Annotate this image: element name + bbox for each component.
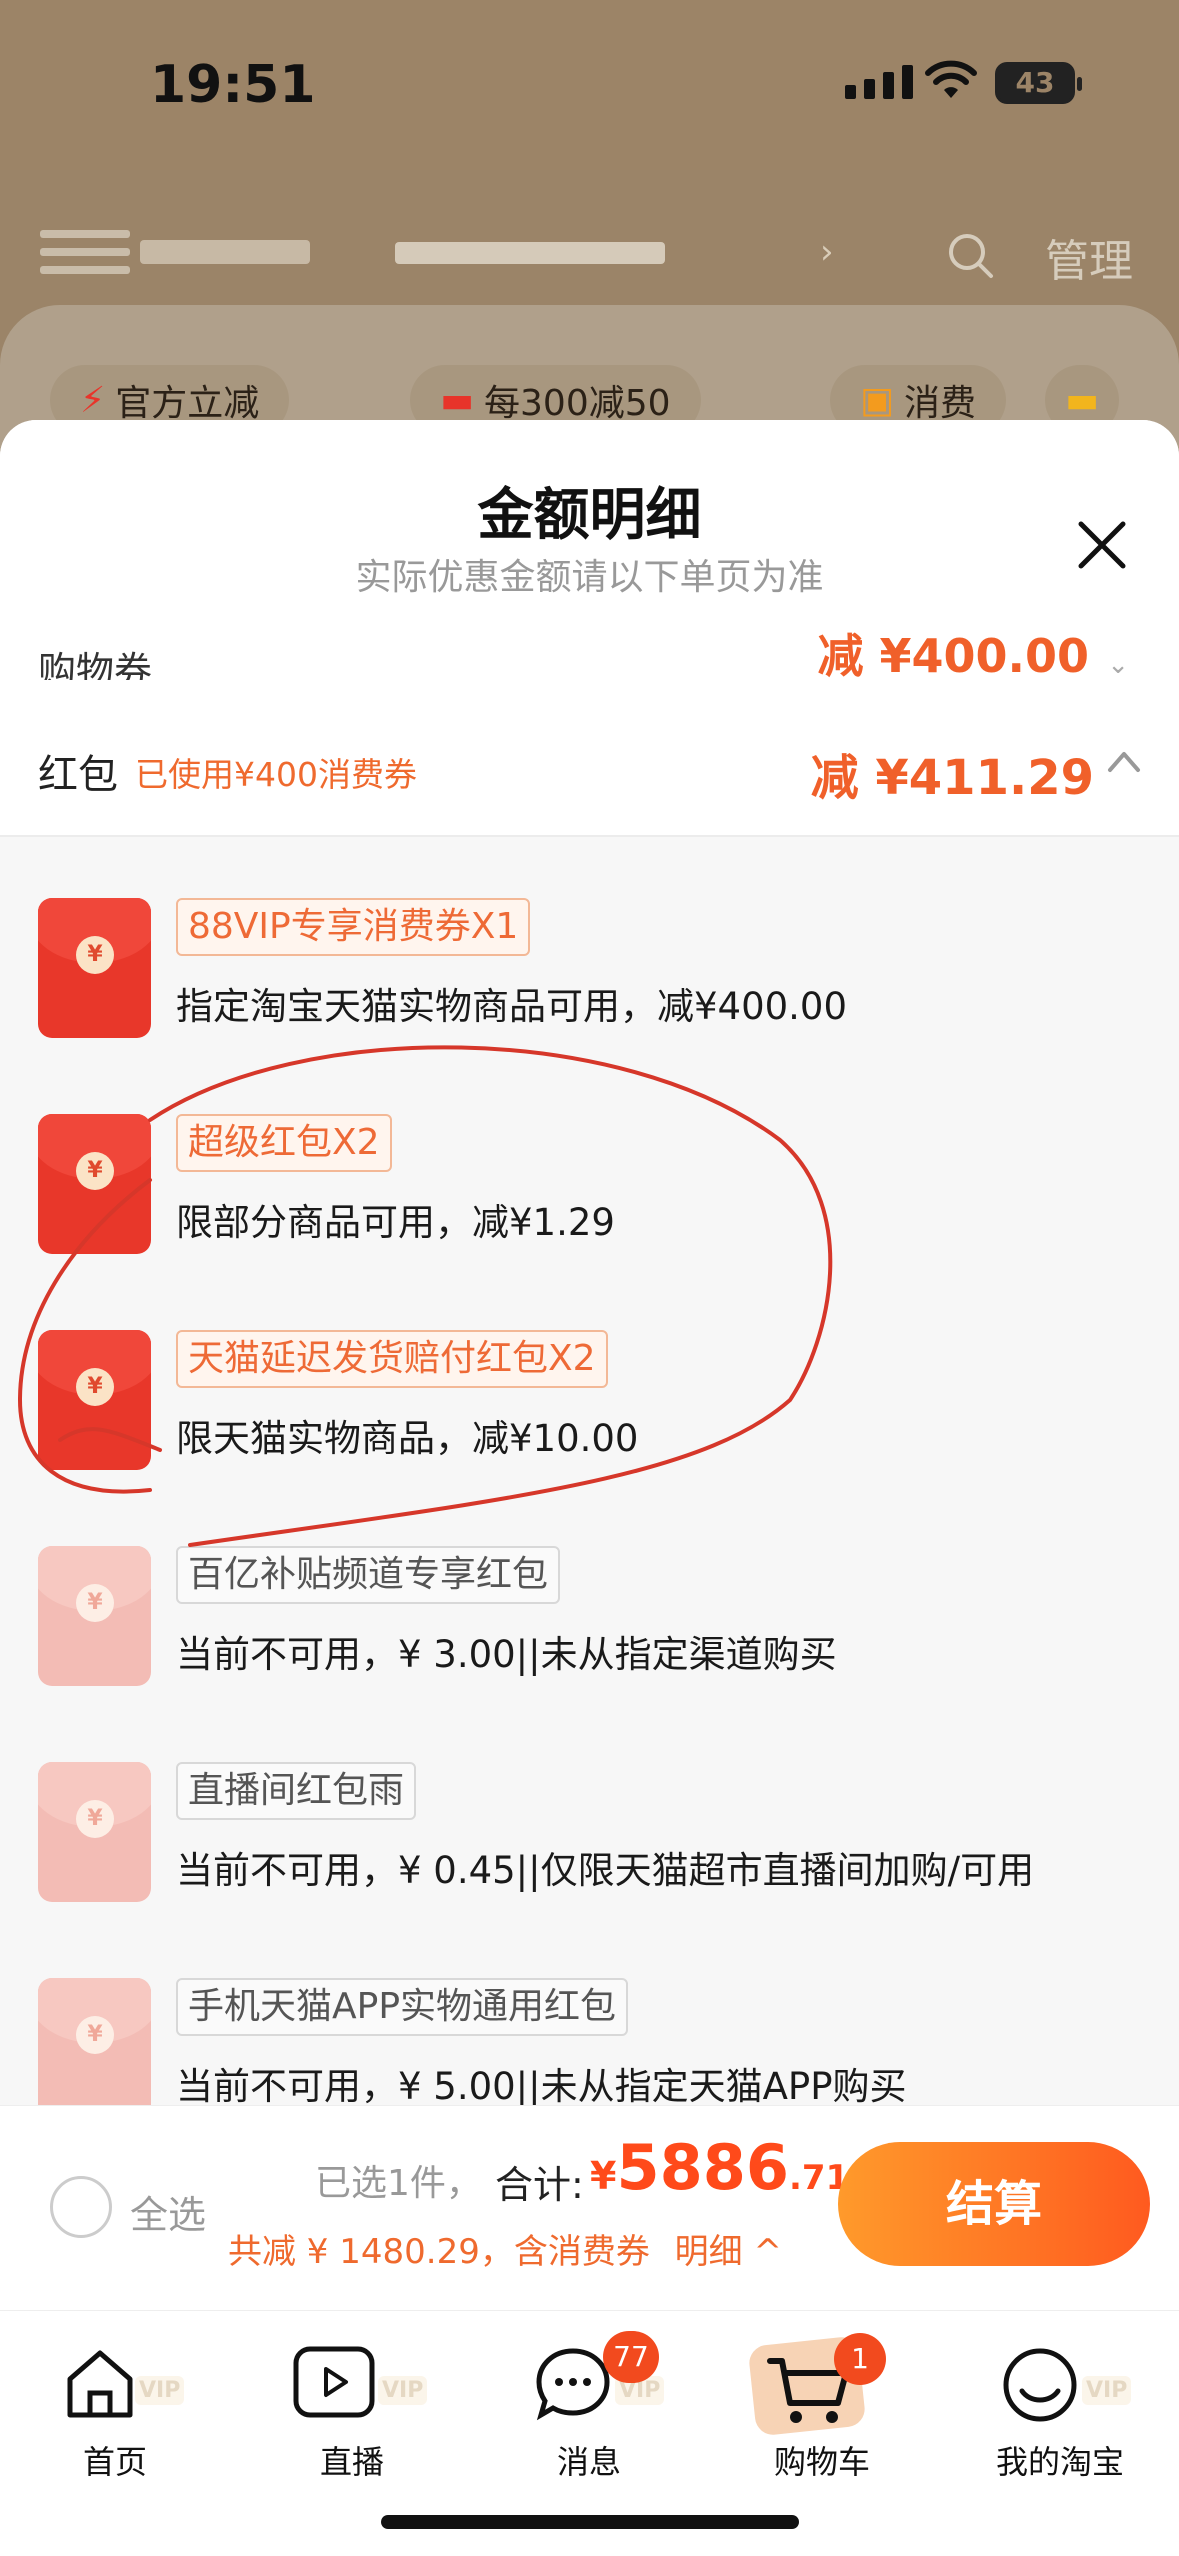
item-desc: 指定淘宝天猫实物商品可用，减¥400.00: [176, 985, 848, 1028]
red-packet-value: 减 ¥411.29: [810, 750, 1094, 806]
red-envelope-icon: ¥: [38, 1762, 151, 1902]
menu-icon[interactable]: [40, 230, 130, 284]
item-badge: 直播间红包雨: [176, 1762, 417, 1820]
red-packet-label: 红包: [38, 752, 118, 798]
status-time: 19:51: [150, 55, 316, 115]
chevron-down-icon: ⌄: [1107, 650, 1129, 680]
selected-count: 已选1件，: [315, 2163, 482, 2204]
select-all-label[interactable]: 全选: [130, 2184, 206, 2239]
item-badge: 天猫延迟发货赔付红包X2: [176, 1330, 608, 1388]
tab-messages[interactable]: VIP 77 消息: [489, 2331, 689, 2483]
cellular-signal-icon: [845, 65, 913, 99]
search-icon[interactable]: [945, 230, 995, 280]
profile-icon: [1003, 2348, 1077, 2422]
item-badge: 88VIP专享消费券X1: [176, 898, 531, 956]
tab-home[interactable]: VIP 首页: [15, 2331, 215, 2483]
home-icon: [67, 2350, 133, 2418]
blurred-text: [140, 240, 310, 264]
list-item: ¥ 超级红包X2 限部分商品可用，减¥1.29: [0, 1114, 1179, 1330]
red-packet-list: ¥ 88VIP专享消费券X1 指定淘宝天猫实物商品可用，减¥400.00 ¥ 超…: [0, 898, 1179, 2105]
tab-label: 我的淘宝: [995, 2443, 1124, 2481]
detail-toggle[interactable]: 明细 ^: [675, 2232, 782, 2272]
blurred-address: [395, 242, 665, 264]
item-desc: 限部分商品可用，减¥1.29: [176, 1201, 615, 1244]
list-item: ¥ 百亿补贴频道专享红包 当前不可用，¥ 3.00||未从指定渠道购买: [0, 1546, 1179, 1762]
red-packet-row[interactable]: 红包 已使用¥400消费券 减 ¥411.29: [0, 720, 1179, 835]
wifi-icon: [925, 60, 977, 98]
red-envelope-icon: ¥: [38, 898, 151, 1038]
item-desc: 当前不可用，¥ 0.45||仅限天猫超市直播间加购/可用: [176, 1849, 1035, 1892]
message-badge: 77: [603, 2331, 659, 2383]
total-amount: ¥5886.71: [590, 2131, 850, 2204]
tab-label: 消息: [556, 2443, 621, 2481]
tab-label: 首页: [82, 2443, 147, 2481]
chevron-up-icon[interactable]: [1104, 742, 1144, 782]
tab-label: 购物车: [773, 2443, 870, 2481]
list-item: ¥ 手机天猫APP实物通用红包 当前不可用，¥ 5.00||未从指定天猫APP购…: [0, 1978, 1179, 2105]
list-item: ¥ 88VIP专享消费券X1 指定淘宝天猫实物商品可用，减¥400.00: [0, 898, 1179, 1114]
home-indicator: [381, 2515, 799, 2529]
cart-header: › 管理: [0, 170, 1179, 310]
shopping-voucher-value: 减 ¥400.00: [817, 629, 1089, 680]
amount-detail-sheet: 金额明细 实际优惠金额请以下单页为准 购物券 减 ¥400.00 ⌄ 红包 已使…: [0, 420, 1179, 2105]
shopping-voucher-label: 购物券: [38, 649, 153, 680]
red-envelope-icon: ¥: [38, 1114, 151, 1254]
total-label: 合计:: [495, 2163, 584, 2207]
item-badge: 手机天猫APP实物通用红包: [176, 1978, 629, 2036]
red-envelope-icon: ¥: [38, 1546, 151, 1686]
saved-summary: 共减 ¥ 1480.29，含消费券 明细 ^: [228, 2232, 782, 2272]
list-item: ¥ 直播间红包雨 当前不可用，¥ 0.45||仅限天猫超市直播间加购/可用: [0, 1762, 1179, 1978]
list-item: ¥ 天猫延迟发货赔付红包X2 限天猫实物商品，减¥10.00: [0, 1330, 1179, 1546]
battery-icon: 43: [995, 62, 1082, 104]
checkout-button[interactable]: 结算: [838, 2142, 1150, 2266]
red-envelope-icon: ¥: [38, 1330, 151, 1470]
select-all-radio[interactable]: [50, 2176, 112, 2238]
tab-label: 直播: [319, 2443, 384, 2481]
live-icon: [293, 2346, 375, 2418]
ticket-icon: ▣: [860, 379, 895, 421]
sheet-title: 金额明细: [477, 483, 702, 548]
item-desc: 当前不可用，¥ 3.00||未从指定渠道购买: [176, 1633, 837, 1676]
red-packet-used: 已使用¥400消费券: [135, 755, 417, 794]
message-icon: [536, 2348, 610, 2421]
chevron-right-icon: ›: [820, 232, 834, 272]
close-icon[interactable]: [1075, 518, 1129, 572]
sheet-subtitle: 实际优惠金额请以下单页为准: [355, 557, 824, 598]
item-desc: 限天猫实物商品，减¥10.00: [176, 1417, 639, 1460]
red-envelope-icon: ¥: [38, 1978, 151, 2105]
tab-cart[interactable]: 1 购物车: [722, 2331, 922, 2483]
checkout-bar: 全选 已选1件， 合计: ¥5886.71 共减 ¥ 1480.29，含消费券 …: [0, 2105, 1179, 2310]
shopping-voucher-row[interactable]: 购物券 减 ¥400.00 ⌄: [0, 620, 1179, 680]
tab-live[interactable]: VIP 直播: [252, 2331, 452, 2483]
lightning-icon: ⚡: [80, 379, 106, 421]
status-bar: 19:51 43: [0, 0, 1179, 170]
manage-button[interactable]: 管理: [1045, 225, 1133, 289]
tab-profile[interactable]: VIP 我的淘宝: [960, 2331, 1160, 2483]
item-badge: 超级红包X2: [176, 1114, 392, 1172]
coupon-icon: ▬: [440, 379, 475, 421]
cart-badge: 1: [834, 2333, 886, 2385]
item-badge: 百亿补贴频道专享红包: [176, 1546, 561, 1604]
item-desc: 当前不可用，¥ 5.00||未从指定天猫APP购买: [176, 2065, 907, 2105]
